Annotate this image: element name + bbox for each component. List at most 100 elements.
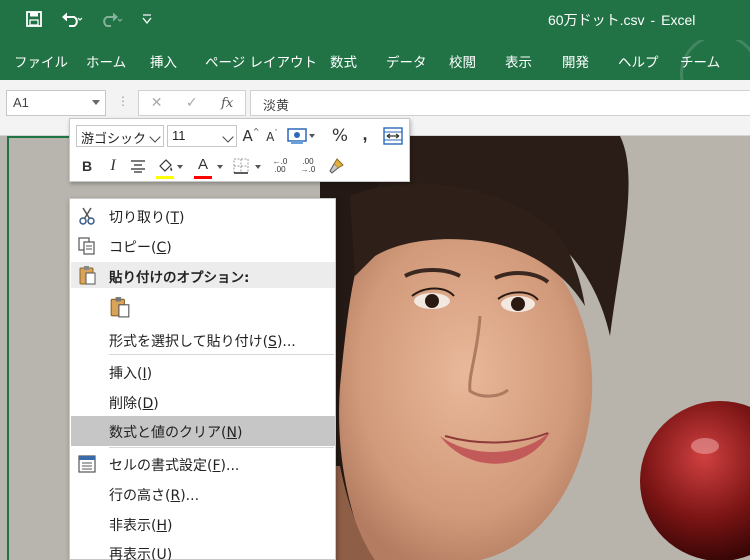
- menu-item-insert[interactable]: 挿入(I): [71, 357, 335, 387]
- up-caret-icon: ^: [252, 126, 260, 136]
- access-key: T: [170, 210, 180, 226]
- tab-home[interactable]: ホーム: [86, 51, 126, 71]
- menu-item-label: コピー(C): [109, 237, 172, 257]
- menu-item-label: 切り取り(T): [109, 207, 185, 227]
- menu-text-end: )...: [276, 334, 296, 350]
- undo-icon: [62, 12, 83, 27]
- menu-text-end: ): [179, 210, 185, 226]
- currency-icon: [287, 128, 307, 144]
- tab-help[interactable]: ヘルプ: [618, 51, 659, 71]
- chevron-down-icon[interactable]: [149, 131, 161, 143]
- increase-decimal-icon-lower: .00: [274, 165, 286, 174]
- dropdown-arrow-icon[interactable]: [309, 134, 315, 138]
- tab-insert[interactable]: 挿入: [150, 51, 177, 71]
- customize-qat-button[interactable]: [138, 8, 156, 30]
- tab-formulas[interactable]: 数式: [330, 51, 357, 71]
- cancel-icon[interactable]: ✕: [151, 95, 163, 111]
- increase-decimal-button[interactable]: ←.0.00: [268, 155, 292, 177]
- chevron-down-icon[interactable]: [92, 100, 100, 105]
- menu-item-label: 形式を選択して貼り付け(S)...: [109, 331, 296, 351]
- merge-center-button[interactable]: [380, 125, 406, 147]
- font-size-select[interactable]: 11: [167, 125, 237, 147]
- tab-view[interactable]: 表示: [505, 51, 532, 71]
- font-name-value: 游ゴシック: [81, 132, 147, 147]
- percent-style-button[interactable]: %: [329, 125, 351, 147]
- menu-item-delete[interactable]: 削除(D): [71, 387, 335, 417]
- menu-text: 削除(: [109, 396, 143, 412]
- menu-text: 行の高さ(: [109, 488, 171, 504]
- menu-item-label: 非表示(H): [109, 515, 172, 535]
- font-color-swatch: [194, 176, 212, 179]
- menu-text-end: ): [166, 547, 173, 560]
- menu-item-cut[interactable]: 切り取り(T): [71, 201, 335, 231]
- borders-icon: [233, 158, 249, 174]
- font-color-dropdown[interactable]: [216, 157, 224, 177]
- paste-option-paste[interactable]: [71, 290, 335, 324]
- save-button[interactable]: [24, 8, 44, 30]
- shrink-font-icon: A: [266, 130, 275, 144]
- accounting-format-button[interactable]: [285, 125, 317, 147]
- name-box-value: A1: [13, 95, 29, 110]
- comma-style-button[interactable]: ,: [357, 123, 373, 145]
- font-name-select[interactable]: 游ゴシック: [76, 125, 164, 147]
- decrease-decimal-icon-lower: →.0: [300, 165, 316, 174]
- enter-icon[interactable]: ✓: [186, 95, 198, 111]
- decrease-font-size-button[interactable]: Aˇ: [264, 128, 280, 146]
- menu-item-format-cells[interactable]: セルの書式設定(F)...: [71, 449, 335, 479]
- insert-function-button[interactable]: fx: [221, 96, 233, 111]
- access-key: R: [170, 488, 181, 504]
- paste-icon: [110, 297, 130, 318]
- menu-item-label: セルの書式設定(F)...: [109, 455, 239, 475]
- menu-item-label: 再表示(U): [109, 544, 172, 560]
- fill-color-button[interactable]: [154, 153, 176, 179]
- tab-developer[interactable]: 開発: [562, 51, 589, 71]
- font-color-button[interactable]: A: [192, 153, 214, 179]
- menu-text: 形式を選択して貼り付け(: [109, 334, 269, 350]
- menu-item-hide[interactable]: 非表示(H): [71, 509, 335, 539]
- chevron-down-icon: [142, 14, 152, 25]
- menu-item-row-height[interactable]: 行の高さ(R)...: [71, 479, 335, 509]
- tab-page-layout[interactable]: ページ レイアウト: [205, 51, 317, 71]
- tab-data[interactable]: データ: [386, 51, 427, 71]
- fill-color-dropdown[interactable]: [176, 157, 184, 177]
- menu-text: 数式と値のクリア(: [109, 425, 227, 441]
- access-key: N: [226, 425, 237, 441]
- grow-font-icon: A: [242, 127, 253, 145]
- bold-button[interactable]: B: [78, 155, 96, 177]
- formula-input[interactable]: 淡黄: [250, 90, 750, 116]
- paint-bucket-icon: [159, 159, 173, 172]
- borders-dropdown[interactable]: [254, 157, 262, 177]
- format-cells-icon: [78, 455, 96, 473]
- tab-team[interactable]: チーム: [680, 51, 720, 71]
- italic-button[interactable]: I: [104, 155, 122, 177]
- save-icon: [26, 11, 42, 27]
- menu-text: 非表示(: [109, 518, 157, 534]
- menu-text: 挿入(: [109, 366, 143, 382]
- merge-cells-icon: [383, 127, 403, 145]
- increase-font-size-button[interactable]: A ^: [242, 126, 260, 146]
- decrease-decimal-button[interactable]: .00 →.0: [296, 155, 320, 177]
- redo-button[interactable]: [96, 8, 128, 30]
- tab-file[interactable]: ファイル: [14, 51, 68, 71]
- menu-item-label: 削除(D): [109, 393, 159, 413]
- menu-text: コピー(: [109, 240, 157, 256]
- paste-options-header: 貼り付けのオプション:: [71, 262, 335, 288]
- font-size-value: 11: [172, 128, 186, 143]
- name-box[interactable]: A1: [6, 90, 106, 116]
- menu-text-end: )...: [180, 488, 200, 504]
- tab-review[interactable]: 校閲: [449, 51, 476, 71]
- menu-text-end: ): [166, 240, 172, 256]
- chevron-down-icon[interactable]: [222, 131, 234, 143]
- access-key: C: [156, 240, 167, 256]
- access-key: H: [156, 518, 167, 534]
- menu-item-paste-special[interactable]: 形式を選択して貼り付け(S)...: [71, 325, 335, 355]
- formula-bar-grip-icon[interactable]: ⋮: [117, 94, 129, 108]
- menu-text-end: ): [146, 366, 153, 382]
- borders-button[interactable]: [230, 155, 252, 177]
- menu-item-clear-contents[interactable]: 数式と値のクリア(N): [71, 416, 335, 446]
- center-align-button[interactable]: [128, 155, 148, 177]
- format-painter-button[interactable]: [325, 155, 347, 177]
- menu-item-copy[interactable]: コピー(C): [71, 231, 335, 261]
- menu-item-unhide[interactable]: 再表示(U): [71, 538, 335, 560]
- undo-button[interactable]: [56, 8, 88, 30]
